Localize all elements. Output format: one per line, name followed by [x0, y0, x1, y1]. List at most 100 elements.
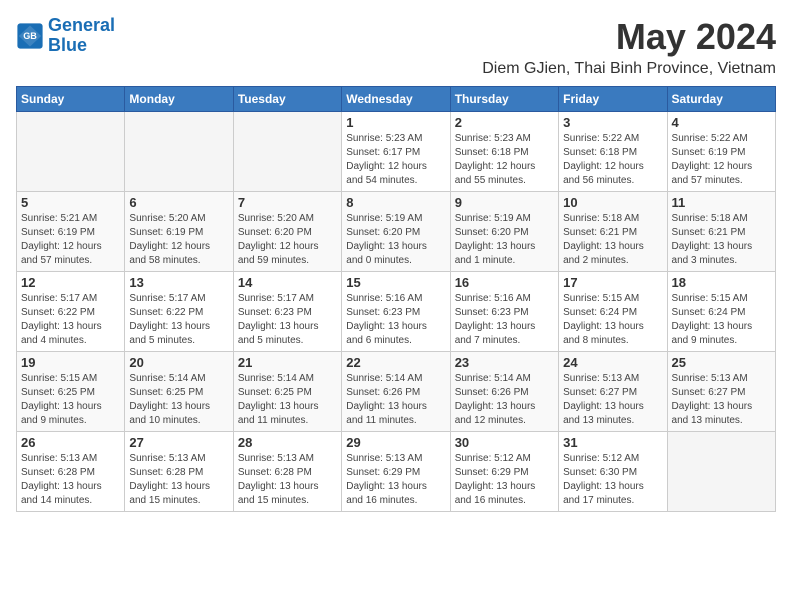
- logo-line2: Blue: [48, 35, 87, 55]
- day-number: 6: [129, 195, 228, 210]
- calendar-week-row: 12Sunrise: 5:17 AM Sunset: 6:22 PM Dayli…: [17, 272, 776, 352]
- calendar-header: SundayMondayTuesdayWednesdayThursdayFrid…: [17, 87, 776, 112]
- day-info: Sunrise: 5:16 AM Sunset: 6:23 PM Dayligh…: [455, 292, 554, 348]
- calendar-day-cell: [17, 112, 125, 192]
- calendar-day-cell: 3Sunrise: 5:22 AM Sunset: 6:18 PM Daylig…: [559, 112, 667, 192]
- calendar-day-cell: 25Sunrise: 5:13 AM Sunset: 6:27 PM Dayli…: [667, 352, 775, 432]
- day-number: 29: [346, 435, 445, 450]
- calendar-day-cell: 6 Sunrise: 5:20 AM Sunset: 6:19 PM Daylig…: [125, 192, 233, 272]
- calendar-day-cell: 7 Sunrise: 5:20 AM Sunset: 6:20 PM Daylig…: [233, 192, 341, 272]
- calendar-day-cell: 30 Sunrise: 5:12 AM Sunset: 6:29 PM Dayli…: [450, 432, 558, 512]
- title-block: May 2024 Diem GJien, Thai Binh Province,…: [482, 16, 776, 78]
- day-number: 18: [672, 275, 771, 290]
- day-number: 7: [238, 195, 337, 210]
- main-title: May 2024: [482, 16, 776, 58]
- calendar-day-cell: 29 Sunrise: 5:13 AM Sunset: 6:29 PM Dayli…: [342, 432, 450, 512]
- day-number: 4: [672, 115, 771, 130]
- calendar-day-cell: 23 Sunrise: 5:14 AM Sunset: 6:26 PM Dayli…: [450, 352, 558, 432]
- day-info: Sunrise: 5:22 AM Sunset: 6:18 PM Dayligh…: [563, 132, 662, 188]
- calendar-day-cell: 14 Sunrise: 5:17 AM Sunset: 6:23 PM Dayli…: [233, 272, 341, 352]
- day-number: 21: [238, 355, 337, 370]
- day-info: Sunrise: 5:13 AM Sunset: 6:28 PM Dayligh…: [238, 452, 337, 508]
- page-header: GB General Blue May 2024 Diem GJien, Tha…: [16, 16, 776, 78]
- day-info: Sunrise: 5:17 AM Sunset: 6:23 PM Dayligh…: [238, 292, 337, 348]
- calendar-day-cell: 17 Sunrise: 5:15 AM Sunset: 6:24 PM Dayli…: [559, 272, 667, 352]
- weekday-header: Sunday: [17, 87, 125, 112]
- day-info: Sunrise: 5:16 AM Sunset: 6:23 PM Dayligh…: [346, 292, 445, 348]
- day-number: 19: [21, 355, 120, 370]
- day-number: 15: [346, 275, 445, 290]
- calendar-day-cell: 4Sunrise: 5:22 AM Sunset: 6:19 PM Daylig…: [667, 112, 775, 192]
- day-info: Sunrise: 5:20 AM Sunset: 6:19 PM Dayligh…: [129, 212, 228, 268]
- day-number: 9: [455, 195, 554, 210]
- calendar-day-cell: 18Sunrise: 5:15 AM Sunset: 6:24 PM Dayli…: [667, 272, 775, 352]
- day-info: Sunrise: 5:12 AM Sunset: 6:29 PM Dayligh…: [455, 452, 554, 508]
- day-info: Sunrise: 5:14 AM Sunset: 6:26 PM Dayligh…: [346, 372, 445, 428]
- day-number: 10: [563, 195, 662, 210]
- calendar-day-cell: 5 Sunrise: 5:21 AM Sunset: 6:19 PM Daylig…: [17, 192, 125, 272]
- calendar-day-cell: 8 Sunrise: 5:19 AM Sunset: 6:20 PM Daylig…: [342, 192, 450, 272]
- weekday-header: Wednesday: [342, 87, 450, 112]
- weekday-header: Tuesday: [233, 87, 341, 112]
- calendar-week-row: 5 Sunrise: 5:21 AM Sunset: 6:19 PM Daylig…: [17, 192, 776, 272]
- calendar-day-cell: 27 Sunrise: 5:13 AM Sunset: 6:28 PM Dayli…: [125, 432, 233, 512]
- day-info: Sunrise: 5:14 AM Sunset: 6:25 PM Dayligh…: [238, 372, 337, 428]
- day-info: Sunrise: 5:19 AM Sunset: 6:20 PM Dayligh…: [455, 212, 554, 268]
- logo: GB General Blue: [16, 16, 115, 56]
- day-number: 5: [21, 195, 120, 210]
- subtitle: Diem GJien, Thai Binh Province, Vietnam: [482, 60, 776, 78]
- day-info: Sunrise: 5:14 AM Sunset: 6:25 PM Dayligh…: [129, 372, 228, 428]
- day-number: 27: [129, 435, 228, 450]
- day-number: 24: [563, 355, 662, 370]
- calendar-day-cell: 28Sunrise: 5:13 AM Sunset: 6:28 PM Dayli…: [233, 432, 341, 512]
- calendar-day-cell: [125, 112, 233, 192]
- calendar-week-row: 26Sunrise: 5:13 AM Sunset: 6:28 PM Dayli…: [17, 432, 776, 512]
- day-info: Sunrise: 5:13 AM Sunset: 6:29 PM Dayligh…: [346, 452, 445, 508]
- calendar-day-cell: 13Sunrise: 5:17 AM Sunset: 6:22 PM Dayli…: [125, 272, 233, 352]
- day-info: Sunrise: 5:17 AM Sunset: 6:22 PM Dayligh…: [21, 292, 120, 348]
- day-number: 30: [455, 435, 554, 450]
- day-info: Sunrise: 5:21 AM Sunset: 6:19 PM Dayligh…: [21, 212, 120, 268]
- calendar-day-cell: 31Sunrise: 5:12 AM Sunset: 6:30 PM Dayli…: [559, 432, 667, 512]
- day-number: 2: [455, 115, 554, 130]
- day-info: Sunrise: 5:13 AM Sunset: 6:27 PM Dayligh…: [672, 372, 771, 428]
- day-number: 22: [346, 355, 445, 370]
- day-info: Sunrise: 5:19 AM Sunset: 6:20 PM Dayligh…: [346, 212, 445, 268]
- weekday-header: Monday: [125, 87, 233, 112]
- logo-text: General Blue: [48, 16, 115, 56]
- calendar-week-row: 19 Sunrise: 5:15 AM Sunset: 6:25 PM Dayli…: [17, 352, 776, 432]
- day-info: Sunrise: 5:23 AM Sunset: 6:18 PM Dayligh…: [455, 132, 554, 188]
- day-info: Sunrise: 5:20 AM Sunset: 6:20 PM Dayligh…: [238, 212, 337, 268]
- calendar-day-cell: 16 Sunrise: 5:16 AM Sunset: 6:23 PM Dayli…: [450, 272, 558, 352]
- day-info: Sunrise: 5:13 AM Sunset: 6:27 PM Dayligh…: [563, 372, 662, 428]
- weekday-header: Thursday: [450, 87, 558, 112]
- day-info: Sunrise: 5:12 AM Sunset: 6:30 PM Dayligh…: [563, 452, 662, 508]
- calendar-day-cell: 12Sunrise: 5:17 AM Sunset: 6:22 PM Dayli…: [17, 272, 125, 352]
- calendar-day-cell: 1Sunrise: 5:23 AM Sunset: 6:17 PM Daylig…: [342, 112, 450, 192]
- weekday-row: SundayMondayTuesdayWednesdayThursdayFrid…: [17, 87, 776, 112]
- day-number: 11: [672, 195, 771, 210]
- calendar-day-cell: 9 Sunrise: 5:19 AM Sunset: 6:20 PM Daylig…: [450, 192, 558, 272]
- calendar-day-cell: 19 Sunrise: 5:15 AM Sunset: 6:25 PM Dayli…: [17, 352, 125, 432]
- day-info: Sunrise: 5:18 AM Sunset: 6:21 PM Dayligh…: [563, 212, 662, 268]
- day-number: 14: [238, 275, 337, 290]
- day-info: Sunrise: 5:13 AM Sunset: 6:28 PM Dayligh…: [129, 452, 228, 508]
- day-info: Sunrise: 5:18 AM Sunset: 6:21 PM Dayligh…: [672, 212, 771, 268]
- weekday-header: Friday: [559, 87, 667, 112]
- calendar-day-cell: [667, 432, 775, 512]
- calendar-day-cell: 26Sunrise: 5:13 AM Sunset: 6:28 PM Dayli…: [17, 432, 125, 512]
- day-info: Sunrise: 5:13 AM Sunset: 6:28 PM Dayligh…: [21, 452, 120, 508]
- svg-text:GB: GB: [23, 31, 37, 41]
- calendar-body: 1Sunrise: 5:23 AM Sunset: 6:17 PM Daylig…: [17, 112, 776, 512]
- day-info: Sunrise: 5:14 AM Sunset: 6:26 PM Dayligh…: [455, 372, 554, 428]
- calendar-day-cell: 21 Sunrise: 5:14 AM Sunset: 6:25 PM Dayli…: [233, 352, 341, 432]
- day-number: 8: [346, 195, 445, 210]
- day-number: 17: [563, 275, 662, 290]
- day-number: 16: [455, 275, 554, 290]
- day-info: Sunrise: 5:15 AM Sunset: 6:24 PM Dayligh…: [563, 292, 662, 348]
- day-info: Sunrise: 5:15 AM Sunset: 6:25 PM Dayligh…: [21, 372, 120, 428]
- day-number: 20: [129, 355, 228, 370]
- calendar-day-cell: 24 Sunrise: 5:13 AM Sunset: 6:27 PM Dayli…: [559, 352, 667, 432]
- day-info: Sunrise: 5:17 AM Sunset: 6:22 PM Dayligh…: [129, 292, 228, 348]
- day-number: 23: [455, 355, 554, 370]
